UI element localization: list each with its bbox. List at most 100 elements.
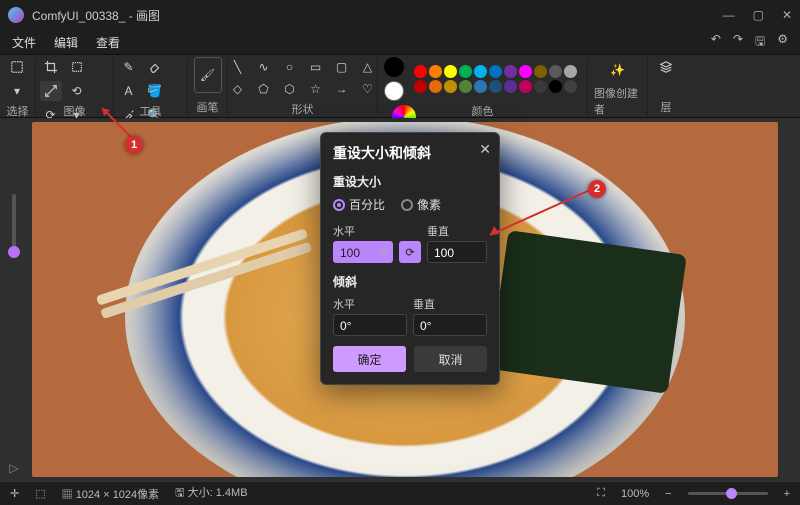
- text-icon[interactable]: A: [118, 81, 140, 101]
- shape-pentagon-icon[interactable]: ⬠: [253, 79, 275, 99]
- group-creator-label: 图像创建者: [594, 85, 641, 117]
- settings-icon[interactable]: ⚙: [777, 32, 788, 53]
- skew-section-label: 倾斜: [333, 273, 487, 290]
- crop-icon[interactable]: [40, 57, 62, 77]
- brush-picker-icon[interactable]: 🖌: [194, 57, 222, 93]
- brush-size-slider[interactable]: [12, 194, 16, 254]
- palette-swatch[interactable]: [549, 65, 562, 78]
- shape-hexagon-icon[interactable]: ⬡: [279, 79, 301, 99]
- eraser-icon[interactable]: [144, 57, 166, 77]
- palette-swatch[interactable]: [414, 80, 427, 93]
- palette-swatch[interactable]: [564, 65, 577, 78]
- palette-swatch[interactable]: [564, 80, 577, 93]
- ribbon: ▾ 选择 ⟲ ⟳ ▾ 图像 ✎ A 🪣 🔍 工具 🖌 画笔: [0, 54, 800, 118]
- palette-swatch[interactable]: [444, 80, 457, 93]
- redo-icon[interactable]: ↷: [733, 32, 743, 53]
- radio-percent[interactable]: 百分比: [333, 196, 385, 213]
- palette-swatch[interactable]: [459, 65, 472, 78]
- maximize-button[interactable]: ▢: [753, 8, 764, 22]
- layers-icon[interactable]: [655, 57, 677, 77]
- group-layer-label: 层: [661, 99, 672, 115]
- background-color[interactable]: [384, 81, 404, 101]
- vert-input[interactable]: 100: [427, 241, 487, 263]
- ok-button[interactable]: 确定: [333, 346, 406, 372]
- horiz-input[interactable]: 100✕: [333, 241, 393, 263]
- cancel-button[interactable]: 取消: [414, 346, 487, 372]
- group-select-label: 选择: [7, 103, 29, 119]
- pointer-pos-icon: ✛: [10, 487, 19, 500]
- group-tools-label: 工具: [140, 103, 162, 119]
- shape-oval-icon[interactable]: ○: [279, 57, 301, 77]
- fill-icon[interactable]: 🪣: [144, 81, 166, 101]
- shape-line-icon[interactable]: ╲: [227, 57, 249, 77]
- dialog-title: 重设大小和倾斜: [333, 143, 487, 163]
- select-tool-icon[interactable]: [66, 57, 88, 77]
- palette-swatch[interactable]: [474, 65, 487, 78]
- menu-edit[interactable]: 编辑: [54, 34, 78, 51]
- palette-swatch[interactable]: [519, 65, 532, 78]
- menu-bar: 文件 编辑 查看 ↶ ↷ 🖫 ⚙: [0, 30, 800, 54]
- resize-section-label: 重设大小: [333, 173, 487, 190]
- palette-swatch[interactable]: [534, 80, 547, 93]
- image-creator-icon[interactable]: ✨: [605, 57, 631, 83]
- save-icon[interactable]: 🖫: [755, 32, 765, 53]
- shape-heart-icon[interactable]: ♡: [357, 79, 379, 99]
- palette-swatch[interactable]: [489, 80, 502, 93]
- skew-h-input[interactable]: 0°: [333, 314, 407, 336]
- resize-skew-dialog: ✕ 重设大小和倾斜 重设大小 百分比 像素 水平 100✕ ⟳ 垂直 100 倾…: [320, 132, 500, 385]
- lock-aspect-icon[interactable]: ⟳: [399, 241, 421, 263]
- pencil-icon[interactable]: ✎: [118, 57, 140, 77]
- zoom-in-icon[interactable]: +: [784, 488, 790, 500]
- undo-icon[interactable]: ↶: [711, 32, 721, 53]
- shape-roundrect-icon[interactable]: ▢: [331, 57, 353, 77]
- menu-file[interactable]: 文件: [12, 34, 36, 51]
- palette-swatch[interactable]: [459, 80, 472, 93]
- zoom-out-icon[interactable]: −: [665, 488, 671, 500]
- dialog-close-icon[interactable]: ✕: [479, 141, 491, 158]
- vert-label: 垂直: [427, 223, 487, 239]
- shape-arrow-icon[interactable]: →: [331, 79, 353, 99]
- group-brush-label: 画笔: [197, 99, 219, 115]
- foreground-color[interactable]: [384, 57, 404, 77]
- palette-swatch[interactable]: [519, 80, 532, 93]
- skew-v-input[interactable]: 0°: [413, 314, 487, 336]
- palette-swatch[interactable]: [504, 80, 517, 93]
- shape-curve-icon[interactable]: ∿: [253, 57, 275, 77]
- palette-swatch[interactable]: [504, 65, 517, 78]
- minimize-button[interactable]: —: [723, 8, 735, 22]
- palette-swatch[interactable]: [549, 80, 562, 93]
- select-rect-icon[interactable]: [6, 57, 28, 77]
- palette-swatch[interactable]: [429, 80, 442, 93]
- palette-swatch[interactable]: [444, 65, 457, 78]
- zoom-slider[interactable]: [688, 492, 768, 495]
- annotation-dot-2: 2: [588, 180, 606, 198]
- palette-swatch[interactable]: [534, 65, 547, 78]
- fit-screen-icon[interactable]: ⛶: [597, 487, 605, 500]
- group-color-label: 颜色: [472, 103, 494, 119]
- radio-pixel[interactable]: 像素: [401, 196, 441, 213]
- shape-rect-icon[interactable]: ▭: [305, 57, 327, 77]
- select-dropdown-icon[interactable]: ▾: [6, 81, 28, 101]
- file-size: 🖫 大小: 1.4MB: [175, 484, 247, 503]
- clear-icon[interactable]: ✕: [379, 242, 388, 264]
- skew-v-label: 垂直: [413, 296, 487, 312]
- menu-view[interactable]: 查看: [96, 34, 120, 51]
- canvas-dims: ▦ 1024 × 1024像素: [62, 486, 160, 502]
- shape-diamond-icon[interactable]: ◇: [227, 79, 249, 99]
- left-tool-strip: ▷: [0, 118, 28, 481]
- title-bar: ComfyUI_00338_ - 画图 — ▢ ✕: [0, 0, 800, 30]
- palette-swatch[interactable]: [414, 65, 427, 78]
- shape-star-icon[interactable]: ☆: [305, 79, 327, 99]
- status-bar: ✛ ⬚ ▦ 1024 × 1024像素 🖫 大小: 1.4MB ⛶ 100% −…: [0, 481, 800, 505]
- rotate-left-icon[interactable]: ⟲: [66, 81, 88, 101]
- color-palette: [414, 65, 577, 93]
- cursor-icon: ▷: [9, 461, 18, 475]
- palette-swatch[interactable]: [474, 80, 487, 93]
- resize-icon[interactable]: [40, 81, 62, 101]
- close-button[interactable]: ✕: [782, 8, 792, 22]
- shape-triangle-icon[interactable]: △: [357, 57, 379, 77]
- palette-swatch[interactable]: [429, 65, 442, 78]
- group-image-label: 图像: [64, 103, 86, 119]
- group-shapes-label: 形状: [292, 101, 314, 117]
- palette-swatch[interactable]: [489, 65, 502, 78]
